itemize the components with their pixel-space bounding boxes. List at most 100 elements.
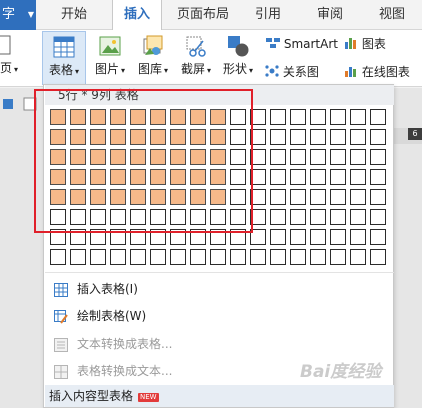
grid-cell[interactable] xyxy=(170,249,186,265)
grid-cell[interactable] xyxy=(330,149,346,165)
insert-content-table-label: 插入内容型表格 xyxy=(49,389,134,403)
grid-cell[interactable] xyxy=(330,229,346,245)
grid-cell[interactable] xyxy=(370,229,386,245)
picture-button-label: 图片 xyxy=(94,62,119,76)
grid-cell[interactable] xyxy=(370,129,386,145)
grid-cell[interactable] xyxy=(290,149,306,165)
grid-cell[interactable] xyxy=(330,249,346,265)
grid-cell[interactable] xyxy=(290,189,306,205)
grid-cell[interactable] xyxy=(270,109,286,125)
grid-cell[interactable] xyxy=(350,209,366,225)
tab-home[interactable]: 开始 xyxy=(54,0,94,30)
tab-insert[interactable]: 插入 xyxy=(112,0,162,31)
shapes-button[interactable]: 形状 ▾ xyxy=(218,31,258,85)
grid-cell[interactable] xyxy=(310,249,326,265)
grid-cell[interactable] xyxy=(350,249,366,265)
online-chart-label: 在线图表 xyxy=(361,65,410,79)
gallery-button[interactable]: 图库 ▾ xyxy=(133,31,173,85)
grid-cell[interactable] xyxy=(310,209,326,225)
grid-cell[interactable] xyxy=(310,149,326,165)
insert-content-table-item[interactable]: 插入内容型表格 NEW xyxy=(45,385,394,407)
relation-icon xyxy=(265,64,279,77)
grid-cell[interactable] xyxy=(130,249,146,265)
grid-cell[interactable] xyxy=(250,249,266,265)
grid-cell[interactable] xyxy=(110,249,126,265)
ribbon-insert: 页 ▾ 表格 ▾ 图片 ▾ 图库 ▾ 截屏 ▾ 形状 ▾ SmartArt 图表… xyxy=(0,30,422,87)
shapes-button-label: 形状 xyxy=(222,62,247,76)
text-to-table-icon xyxy=(54,337,68,352)
grid-cell[interactable] xyxy=(330,189,346,205)
chevron-down-icon: ▾ xyxy=(121,66,126,75)
scissors-icon xyxy=(185,35,207,57)
grid-cell[interactable] xyxy=(370,109,386,125)
grid-cell[interactable] xyxy=(50,249,66,265)
chart-button[interactable]: 图表 xyxy=(344,35,396,55)
grid-cell[interactable] xyxy=(350,129,366,145)
grid-cell[interactable] xyxy=(290,209,306,225)
relation-diagram-button[interactable]: 关系图 xyxy=(265,63,335,83)
chevron-down-icon: ▾ xyxy=(14,65,19,74)
grid-cell[interactable] xyxy=(70,249,86,265)
picture-button[interactable]: 图片 ▾ xyxy=(90,31,130,85)
grid-cell[interactable] xyxy=(370,169,386,185)
chevron-down-icon: ▾ xyxy=(207,66,212,75)
grid-cell[interactable] xyxy=(290,249,306,265)
online-chart-button[interactable]: 在线图表 xyxy=(344,63,422,83)
grid-cell[interactable] xyxy=(270,129,286,145)
text-to-table-item[interactable]: 文本转换成表格... xyxy=(45,333,394,355)
grid-cell[interactable] xyxy=(310,109,326,125)
grid-cell[interactable] xyxy=(370,149,386,165)
grid-cell[interactable] xyxy=(290,229,306,245)
grid-cell[interactable] xyxy=(230,249,246,265)
grid-cell[interactable] xyxy=(350,189,366,205)
grid-cell[interactable] xyxy=(330,129,346,145)
grid-cell[interactable] xyxy=(370,189,386,205)
chevron-down-icon: ▾ xyxy=(75,67,80,76)
grid-cell[interactable] xyxy=(350,229,366,245)
grid-cell[interactable] xyxy=(330,169,346,185)
grid-cell[interactable] xyxy=(310,189,326,205)
tab-view[interactable]: 视图 xyxy=(372,0,412,30)
online-chart-icon xyxy=(344,64,358,77)
draw-table-item[interactable]: 绘制表格(W) xyxy=(45,305,394,327)
grid-cell[interactable] xyxy=(350,169,366,185)
smartart-icon xyxy=(266,36,280,48)
grid-cell[interactable] xyxy=(310,129,326,145)
grid-cell[interactable] xyxy=(90,249,106,265)
grid-cell[interactable] xyxy=(330,109,346,125)
page-button-partial[interactable]: 页 ▾ xyxy=(0,30,22,85)
grid-cell[interactable] xyxy=(350,149,366,165)
grid-cell[interactable] xyxy=(370,249,386,265)
grid-cell[interactable] xyxy=(370,209,386,225)
grid-cell[interactable] xyxy=(330,209,346,225)
grid-cell[interactable] xyxy=(270,229,286,245)
grid-cell[interactable] xyxy=(270,149,286,165)
tab-references[interactable]: 引用 xyxy=(248,0,288,30)
table-to-text-label: 表格转换成文本... xyxy=(77,364,173,378)
grid-cell[interactable] xyxy=(350,109,366,125)
table-button[interactable]: 表格 ▾ xyxy=(42,31,86,85)
grid-cell[interactable] xyxy=(270,189,286,205)
tab-bar: 字 ▼ 开始 插入 页面布局 引用 审阅 视图 xyxy=(0,0,422,31)
chevron-down-icon: ▼ xyxy=(27,10,35,19)
grid-cell[interactable] xyxy=(270,169,286,185)
smartart-button[interactable]: SmartArt xyxy=(266,35,340,55)
grid-cell[interactable] xyxy=(290,129,306,145)
grid-cell[interactable] xyxy=(190,249,206,265)
grid-cell[interactable] xyxy=(210,249,226,265)
grid-cell[interactable] xyxy=(310,169,326,185)
grid-cell[interactable] xyxy=(290,169,306,185)
smartart-label: SmartArt xyxy=(283,37,338,51)
insert-table-item[interactable]: 插入表格(I) xyxy=(45,278,394,300)
grid-cell[interactable] xyxy=(290,109,306,125)
grid-cell[interactable] xyxy=(310,229,326,245)
tab-review[interactable]: 审阅 xyxy=(310,0,350,30)
grid-cell[interactable] xyxy=(270,249,286,265)
grid-cell[interactable] xyxy=(270,209,286,225)
app-menu-button[interactable]: 字 ▼ xyxy=(0,0,36,30)
screenshot-button[interactable]: 截屏 ▾ xyxy=(176,31,216,85)
chart-label: 图表 xyxy=(361,37,386,51)
grid-cell[interactable] xyxy=(150,249,166,265)
tab-page-layout[interactable]: 页面布局 xyxy=(170,0,236,30)
picture-icon xyxy=(99,35,121,57)
